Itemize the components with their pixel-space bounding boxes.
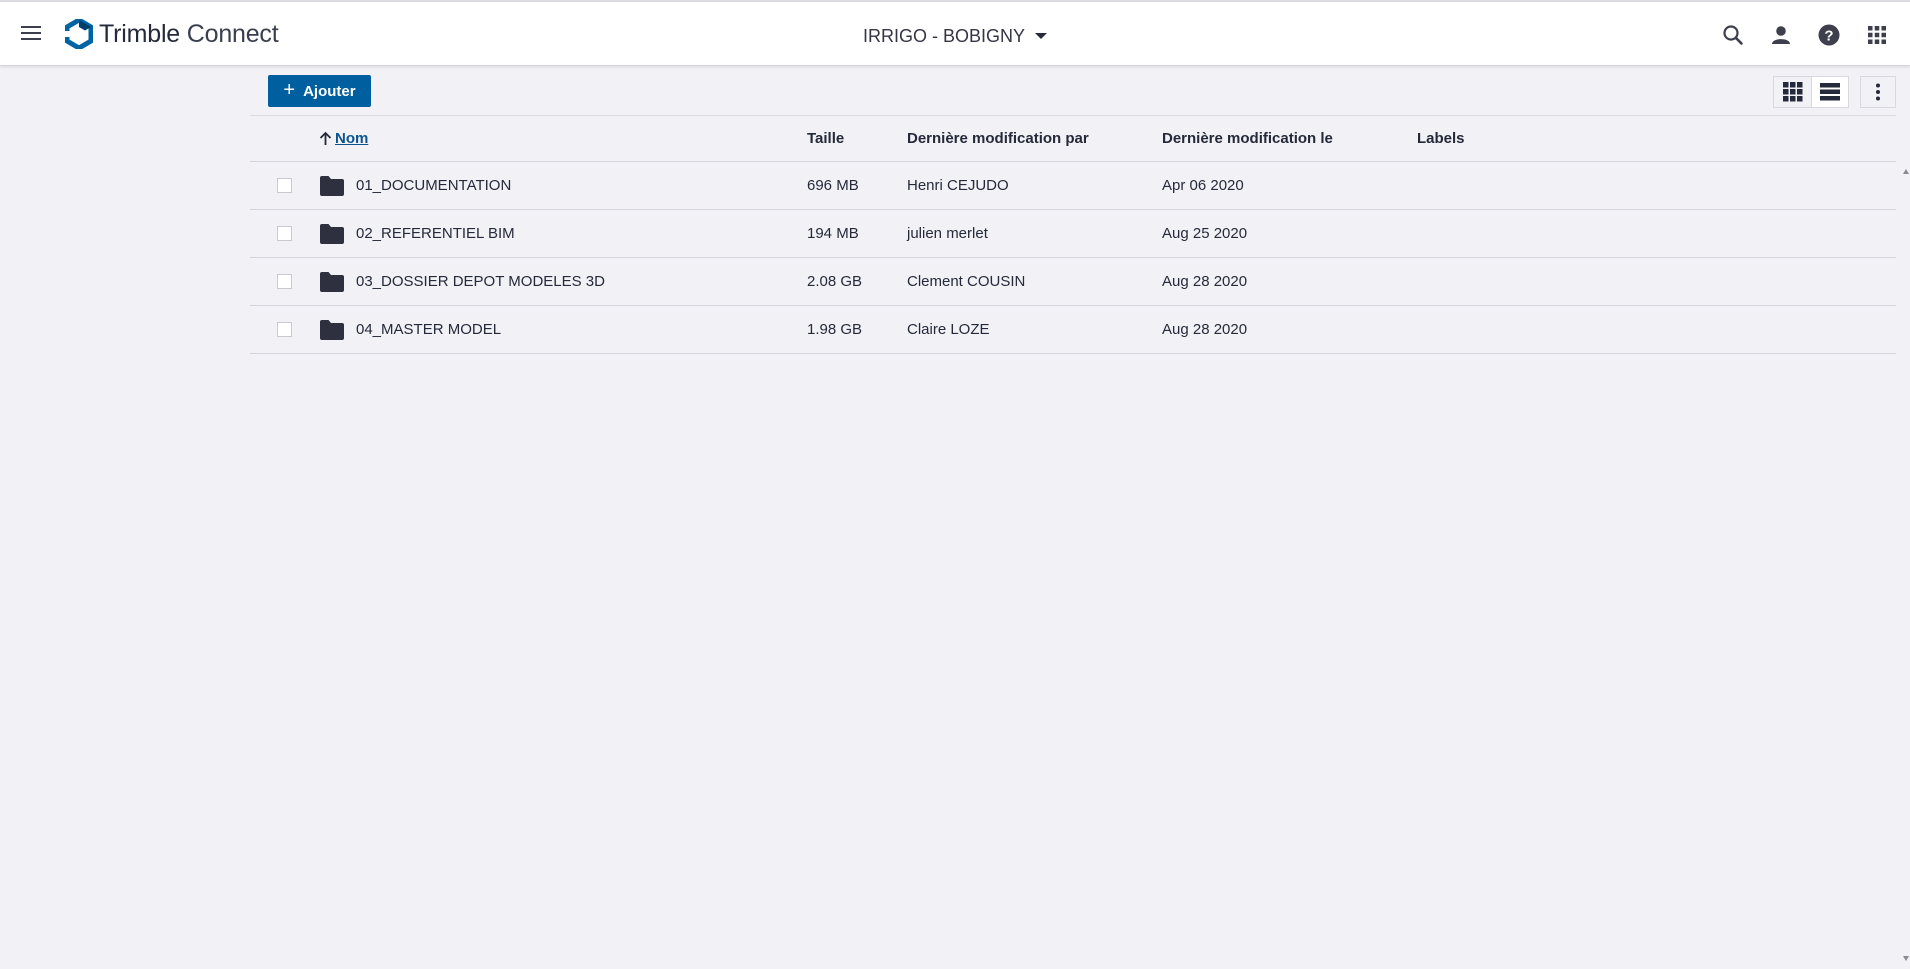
file-size: 2.08 GB	[807, 273, 863, 290]
file-name[interactable]: 01_DOCUMENTATION	[356, 177, 511, 194]
table-row[interactable]: 01_DOCUMENTATION 696 MB Henri CEJUDO Apr…	[250, 162, 1896, 210]
trimble-logo-icon	[65, 19, 93, 49]
modified-date: Apr 06 2020	[1162, 177, 1244, 194]
column-header-modified-by[interactable]: Dernière modification par	[907, 130, 1089, 147]
column-header-modified-on[interactable]: Dernière modification le	[1162, 130, 1333, 147]
file-size: 696 MB	[807, 177, 859, 194]
modified-date: Aug 28 2020	[1162, 321, 1248, 338]
folder-icon	[320, 272, 344, 292]
brand-name-light: Connect	[186, 19, 279, 48]
table-row[interactable]: 02_REFERENTIEL BIM 194 MB julien merlet …	[250, 210, 1896, 258]
folder-icon	[320, 176, 344, 196]
add-button[interactable]: + Ajouter	[268, 75, 371, 107]
file-table: Nom Taille Dernière modification par Der…	[250, 115, 1896, 354]
modified-date: Aug 25 2020	[1162, 225, 1248, 242]
modified-by: Henri CEJUDO	[907, 177, 1009, 194]
plus-icon: +	[283, 79, 296, 101]
list-view-button[interactable]	[1811, 76, 1849, 108]
scroll-down-icon[interactable]	[1902, 954, 1910, 962]
column-header-name[interactable]: Nom	[318, 130, 368, 147]
search-icon[interactable]	[1720, 22, 1746, 48]
top-bar: Trimble Connect IRRIGO - BOBIGNY ?	[0, 0, 1910, 66]
sort-ascending-icon	[319, 131, 332, 145]
svg-text:?: ?	[1824, 28, 1833, 45]
modified-by: Clement COUSIN	[907, 273, 1026, 290]
file-name[interactable]: 02_REFERENTIEL BIM	[356, 225, 515, 242]
project-name: IRRIGO - BOBIGNY	[863, 25, 1026, 46]
row-checkbox[interactable]	[277, 178, 292, 193]
file-name[interactable]: 03_DOSSIER DEPOT MODELES 3D	[356, 273, 605, 290]
column-header-labels[interactable]: Labels	[1417, 130, 1465, 147]
folder-icon	[320, 224, 344, 244]
file-size: 1.98 GB	[807, 321, 863, 338]
brand-logo[interactable]: Trimble Connect	[65, 18, 279, 50]
more-options-button[interactable]	[1860, 76, 1896, 108]
help-icon[interactable]: ?	[1816, 22, 1842, 48]
modified-by: julien merlet	[907, 225, 988, 242]
table-row[interactable]: 04_MASTER MODEL 1.98 GB Claire LOZE Aug …	[250, 306, 1896, 354]
table-header: Nom Taille Dernière modification par Der…	[250, 115, 1896, 162]
grid-view-button[interactable]	[1773, 76, 1811, 108]
view-toggle	[1773, 76, 1849, 108]
grid-view-icon	[1782, 82, 1802, 102]
row-checkbox[interactable]	[277, 274, 292, 289]
list-view-icon	[1820, 83, 1840, 101]
table-row[interactable]: 03_DOSSIER DEPOT MODELES 3D 2.08 GB Clem…	[250, 258, 1896, 306]
user-icon[interactable]	[1768, 22, 1794, 48]
row-checkbox[interactable]	[277, 226, 292, 241]
brand-name: Trimble Connect	[99, 19, 279, 49]
hamburger-icon[interactable]	[20, 22, 42, 44]
column-header-name-label: Nom	[335, 130, 369, 147]
apps-grid-icon[interactable]	[1864, 22, 1890, 48]
row-checkbox[interactable]	[277, 322, 292, 337]
brand-name-bold: Trimble	[99, 19, 181, 48]
more-vertical-icon	[1876, 83, 1880, 101]
scroll-up-icon[interactable]	[1902, 168, 1910, 176]
file-size: 194 MB	[807, 225, 859, 242]
project-selector[interactable]: IRRIGO - BOBIGNY	[863, 23, 1048, 49]
modified-date: Aug 28 2020	[1162, 273, 1248, 290]
file-name[interactable]: 04_MASTER MODEL	[356, 321, 501, 338]
chevron-down-icon	[1035, 33, 1048, 39]
modified-by: Claire LOZE	[907, 321, 990, 338]
folder-icon	[320, 320, 344, 340]
column-header-size[interactable]: Taille	[807, 130, 844, 147]
add-button-label: Ajouter	[303, 82, 356, 100]
